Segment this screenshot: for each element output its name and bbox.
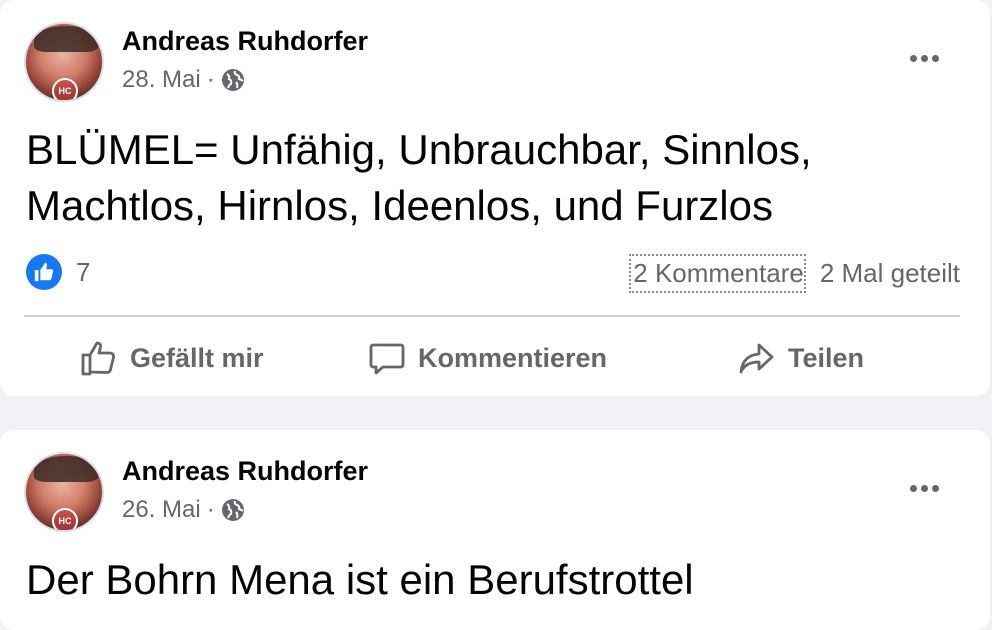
more-options-icon[interactable] [904,478,944,498]
globe-icon [221,69,244,91]
avatar-badge: HC [52,508,78,530]
post-date[interactable]: 28. Mai [122,66,201,94]
post-text: Der Bohrn Mena ist ein Berufstrottel [26,552,694,608]
post-text: BLÜMEL= Unfähig, Unbrauchbar, Sinnlos, M… [26,122,812,234]
author-avatar[interactable]: HC [24,22,104,102]
author-name[interactable]: Andreas Ruhdorfer [122,26,368,57]
post-actions-bar: Gefällt mir Kommentieren Teilen [0,332,990,384]
meta-separator: · [206,66,215,93]
like-button-label: Gefällt mir [130,342,264,373]
like-button[interactable]: Gefällt mir [80,332,264,384]
post-meta: 28. Mai · [122,66,245,94]
comment-button[interactable]: Kommentieren [368,332,607,384]
thumbs-up-icon [81,341,115,376]
post-text-line: Machtlos, Hirnlos, Ideenlos, und Furzlos [26,182,773,229]
engagement-counts: 2 Kommentare 2 Mal geteilt [629,254,960,293]
share-button-label: Teilen [788,342,865,373]
comments-count-link[interactable]: 2 Kommentare [629,254,806,293]
post-text-line: Der Bohrn Mena ist ein Berufstrottel [26,556,694,603]
share-button[interactable]: Teilen [738,332,864,384]
post-meta: 26. Mai · [122,496,245,524]
post-date[interactable]: 26. Mai [122,496,201,524]
like-count: 7 [76,256,91,287]
comment-button-label: Kommentieren [418,342,608,373]
meta-separator: · [206,496,215,523]
more-options-icon[interactable] [904,48,944,68]
post-card: HC Andreas Ruhdorfer 26. Mai · Der Bohrn… [0,430,990,630]
globe-icon [221,499,244,521]
comment-icon [369,343,405,375]
post-card: HC Andreas Ruhdorfer 28. Mai · BLÜMEL= U… [0,0,990,396]
author-avatar[interactable]: HC [24,452,104,532]
reactions-summary[interactable]: 7 [26,254,90,290]
share-icon [739,343,774,374]
divider [24,315,960,317]
like-reaction-icon [26,254,62,290]
shares-count-link[interactable]: 2 Mal geteilt [820,258,960,289]
author-name[interactable]: Andreas Ruhdorfer [122,456,368,487]
post-text-line: BLÜMEL= Unfähig, Unbrauchbar, Sinnlos, [26,126,812,173]
avatar-badge: HC [52,78,78,100]
